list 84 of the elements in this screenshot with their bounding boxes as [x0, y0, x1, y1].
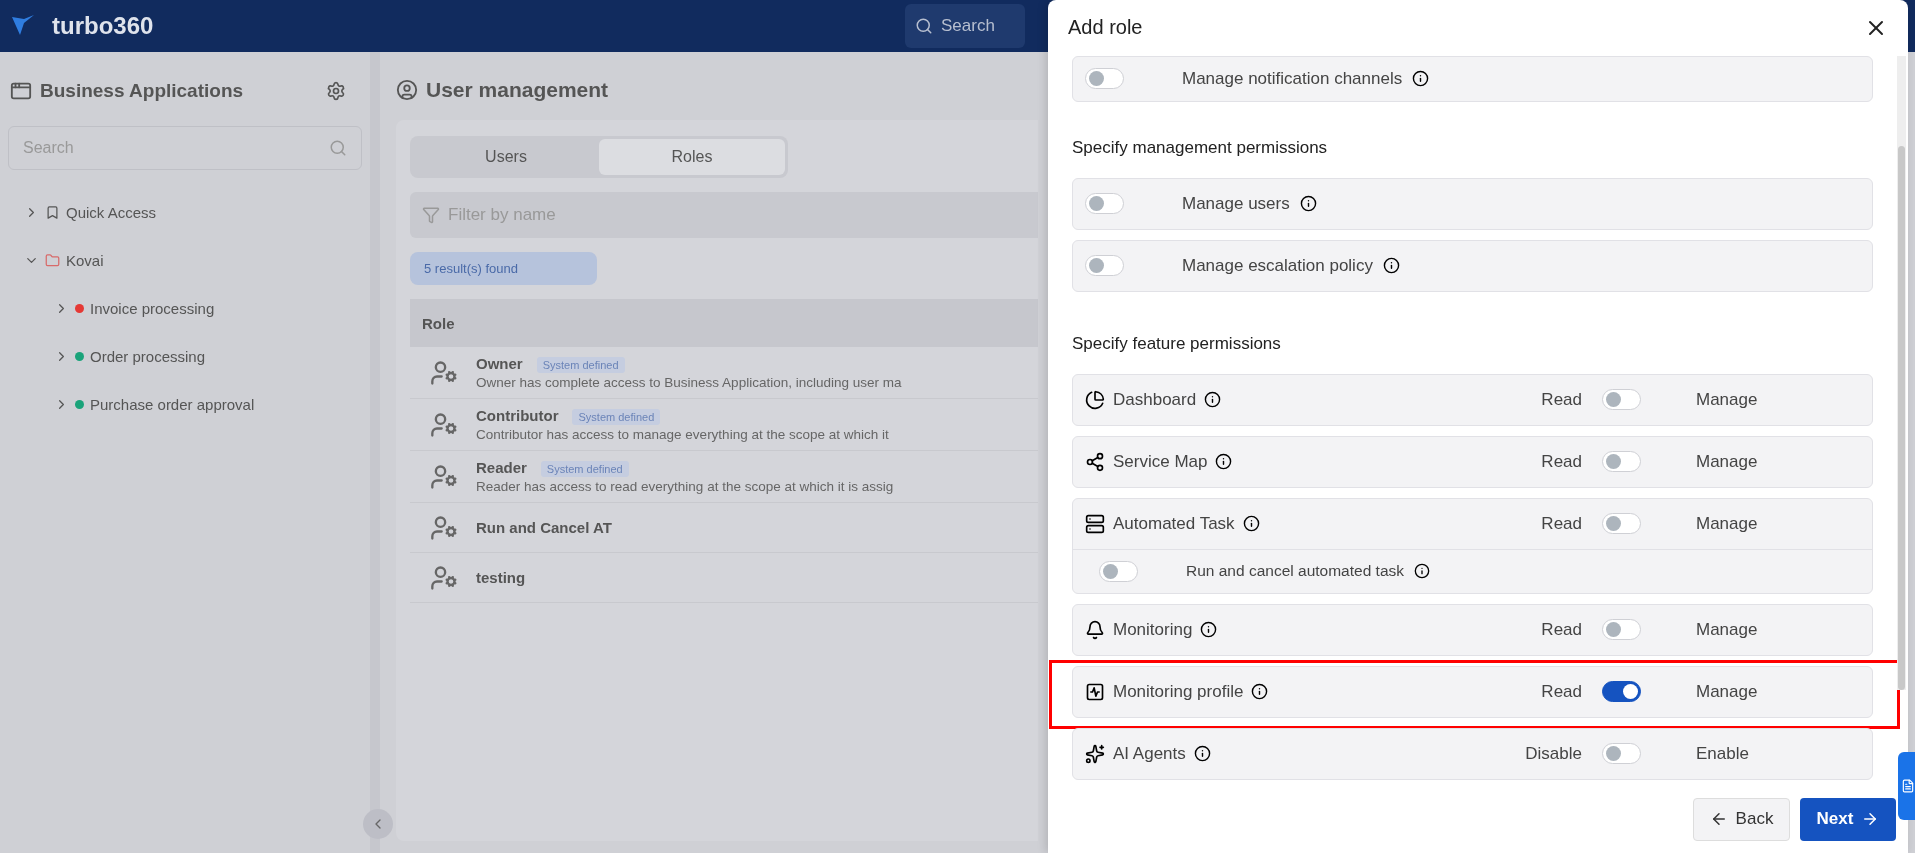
info-icon[interactable]	[1200, 621, 1218, 638]
toggle-off-label: Read	[1540, 681, 1582, 702]
filter-icon	[422, 206, 440, 224]
toggle-on-label: Manage	[1696, 513, 1759, 534]
tag: System defined	[572, 409, 661, 425]
role-name: Contributor System defined	[476, 407, 889, 424]
toggle-on-label: Manage	[1696, 681, 1759, 702]
toggle-off-label: Disable	[1524, 743, 1582, 764]
feature-label: Monitoring	[1113, 619, 1193, 640]
info-icon[interactable]	[1412, 70, 1430, 87]
scrollbar[interactable]	[1897, 55, 1906, 690]
page-title: User management	[426, 78, 609, 102]
info-icon[interactable]	[1251, 683, 1269, 700]
toggle-on-label: Manage	[1696, 619, 1759, 640]
role-name: Reader System defined	[476, 459, 894, 476]
toggle-switch[interactable]	[1602, 681, 1641, 702]
feature-label: Automated Task	[1113, 513, 1235, 534]
role-description: Contributor has access to manage everything at the scope at which it	[476, 427, 889, 442]
tab[interactable]: Roles	[599, 139, 785, 175]
side-tab[interactable]	[1898, 752, 1915, 820]
role-name: Run and Cancel AT	[476, 519, 612, 536]
feature-label: AI Agents	[1113, 743, 1186, 764]
info-icon[interactable]	[1193, 745, 1211, 762]
toggle-off-label: Read	[1540, 451, 1582, 472]
chart-square-icon	[1085, 681, 1105, 702]
search-field[interactable]: Search	[905, 4, 1025, 48]
back-button[interactable]: Back	[1693, 797, 1790, 841]
tag: System defined	[540, 461, 629, 477]
feature-label: Monitoring profile	[1113, 681, 1244, 702]
info-icon[interactable]	[1242, 515, 1260, 532]
folder-icon	[45, 252, 60, 268]
user-icon	[430, 513, 458, 542]
tree-item[interactable]: Invoice processing	[8, 286, 362, 330]
tree-item[interactable]: Quick Access	[8, 190, 362, 234]
toggle-off-label: Read	[1540, 389, 1582, 410]
bookmark-icon	[45, 204, 60, 220]
user-icon	[396, 79, 418, 101]
tree-item[interactable]: Purchase order approval	[8, 382, 362, 426]
user-icon	[430, 563, 458, 592]
settings-icon[interactable]	[326, 81, 346, 101]
tab[interactable]: Users	[413, 139, 599, 175]
section-heading: Specify feature permissions	[1072, 333, 1282, 355]
toggle-off-label: Read	[1540, 513, 1582, 534]
toggle-off-label: Read	[1540, 619, 1582, 640]
info-icon[interactable]	[1414, 563, 1430, 579]
drawer-title: Add role	[1068, 16, 1143, 40]
info-icon[interactable]	[1215, 453, 1233, 470]
user-icon	[430, 358, 458, 387]
role-name: Owner System defined	[476, 355, 902, 372]
document-icon	[1901, 779, 1915, 793]
sidebar-title: Business Applications	[40, 80, 244, 102]
tag: System defined	[536, 357, 625, 373]
next-button[interactable]: Next	[1800, 797, 1896, 841]
tree-item[interactable]: Kovai	[8, 238, 362, 282]
toggle-on-label: Manage	[1696, 451, 1759, 472]
user-icon	[430, 462, 458, 491]
section-heading: Specify management permissions	[1072, 137, 1329, 159]
server-icon	[1085, 513, 1105, 534]
logo-text: turbo360	[52, 12, 154, 40]
permission-label: Manage escalation policy	[1182, 255, 1373, 276]
permission-label: Manage notification channels	[1182, 68, 1403, 89]
toggle-on-label: Manage	[1696, 389, 1759, 410]
network-icon	[1085, 451, 1105, 472]
permission-label: Run and cancel automated task	[1186, 562, 1404, 580]
toggle-on-label: Enable	[1696, 743, 1750, 764]
user-icon	[430, 410, 458, 439]
feature-label: Dashboard	[1113, 389, 1197, 410]
permission-label: Manage users	[1182, 193, 1290, 214]
role-name: testing	[476, 569, 526, 586]
bell-icon	[1085, 619, 1105, 640]
search-icon	[915, 17, 933, 35]
result-count: 5 result(s) found	[410, 252, 597, 285]
info-icon[interactable]	[1382, 257, 1400, 274]
info-icon[interactable]	[1299, 195, 1317, 212]
feature-label: Service Map	[1113, 451, 1208, 472]
search-icon	[329, 139, 347, 157]
role-description: Owner has complete access to Business Application, including user ma	[476, 375, 902, 390]
info-icon[interactable]	[1204, 391, 1222, 408]
table-header: Role	[410, 299, 1038, 347]
pie-chart-icon	[1085, 389, 1105, 410]
tree-item[interactable]: Order processing	[8, 334, 362, 378]
role-description: Reader has access to read everything at the scope at which it is assig	[476, 479, 894, 494]
sparkles-icon	[1085, 743, 1105, 764]
app-window-icon	[10, 80, 32, 102]
